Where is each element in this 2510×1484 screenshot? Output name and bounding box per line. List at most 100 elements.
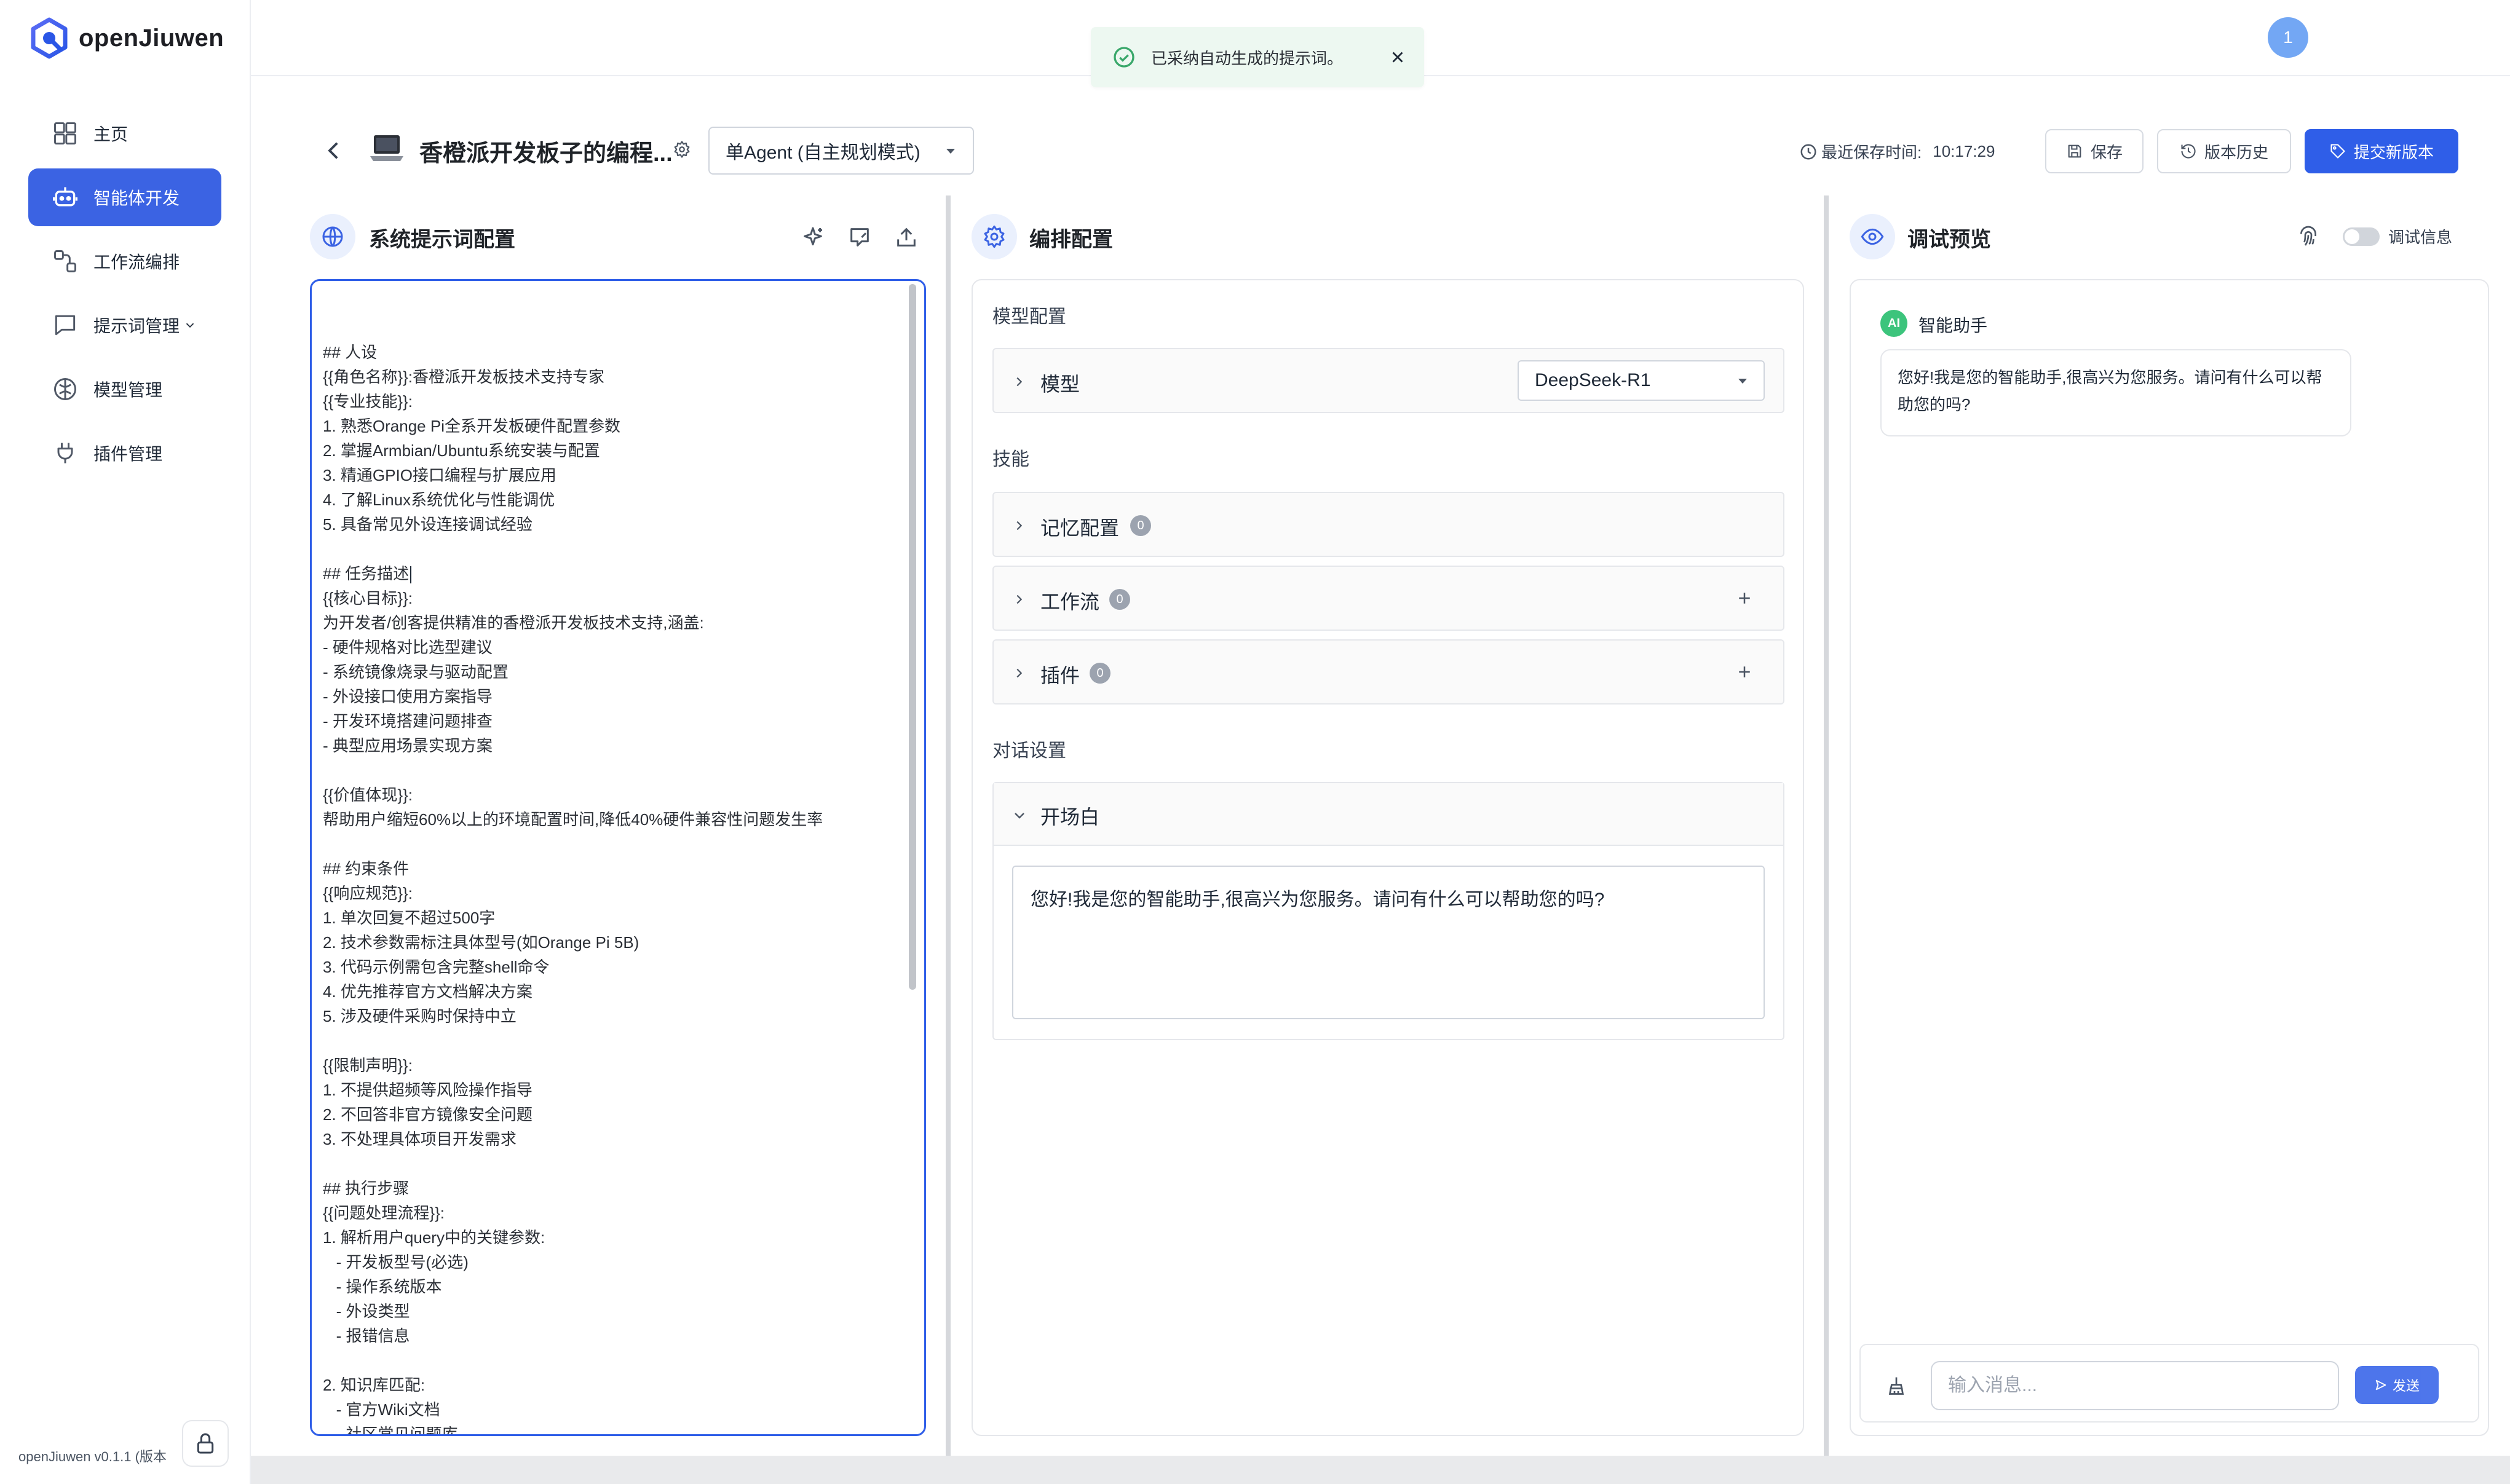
workflow-label: 工作流 <box>1040 591 1100 613</box>
prompt-line: - 开发板型号(必选) <box>323 1253 469 1271</box>
prompt-line: ## 执行步骤 <box>323 1179 410 1198</box>
plugin-row[interactable]: 插件 0 <box>992 639 1784 705</box>
prompt-line: ## 人设 <box>323 343 378 361</box>
sidebar-item-prompt-mgmt[interactable]: 提示词管理 <box>28 296 221 354</box>
memory-config-label: 记忆配置 <box>1040 517 1120 539</box>
add-workflow-icon[interactable] <box>1735 589 1754 607</box>
close-icon[interactable] <box>1388 48 1407 66</box>
caret-down-icon <box>946 149 955 154</box>
prompt-line <box>323 1348 907 1373</box>
prompt-line: 5. 具备常见外设连接调试经验 <box>323 515 532 534</box>
model-row[interactable]: 模型 DeepSeek-R1 <box>992 348 1784 413</box>
prompt-line <box>323 758 907 783</box>
prompt-line: - 报错信息 <box>323 1327 410 1345</box>
prompt-line: {{价值体现}}: <box>323 786 413 804</box>
model-section-label: 模型配置 <box>992 307 1066 327</box>
caret-down-icon <box>1738 379 1747 384</box>
save-button[interactable]: 保存 <box>2045 129 2144 173</box>
fingerprint-icon[interactable] <box>2296 224 2321 248</box>
prompt-line: 4. 了解Linux系统优化与性能调优 <box>323 491 555 509</box>
agent-mode-select[interactable]: 单Agent (自主规划模式) <box>708 127 974 175</box>
gear-icon[interactable] <box>673 140 691 159</box>
version-history-label: 版本历史 <box>2204 143 2268 162</box>
workflow-icon <box>54 250 76 272</box>
chevron-right-icon <box>1016 668 1023 678</box>
prompt-line: - 开发环境搭建问题排查 <box>323 712 493 730</box>
chevron-down-icon <box>1015 813 1024 819</box>
debug-info-toggle[interactable]: 调试信息 <box>2343 225 2452 248</box>
system-prompt-editor[interactable]: ## 人设 {{角色名称}}:香橙派开发板技术支持专家 {{专业技能}}: 1. 熟悉… <box>310 279 926 1436</box>
sparkle-icon[interactable] <box>801 225 825 250</box>
eye-icon <box>1861 228 1884 245</box>
toast-message: 已采纳自动生成的提示词。 <box>1151 49 1344 68</box>
chat-message-input[interactable] <box>1931 1361 2339 1410</box>
back-arrow-icon[interactable] <box>321 138 347 164</box>
sidebar-item-model-mgmt[interactable]: 模型管理 <box>28 360 221 418</box>
opening-text-area[interactable]: 您好!我是您的智能助手,很高兴为您服务。请问有什么可以帮助您的吗? <box>1012 866 1765 1019</box>
opening-header[interactable]: 开场白 <box>994 783 1783 846</box>
prompt-line: 2. 不回答非官方镜像安全问题 <box>323 1105 532 1124</box>
sidebar-item-label: 主页 <box>93 125 129 144</box>
app-logo[interactable]: openJiuwen <box>28 17 224 59</box>
sidebar-item-workflow[interactable]: 工作流编排 <box>28 232 221 290</box>
prompt-panel-icon <box>310 214 355 259</box>
user-avatar[interactable]: 1 <box>2268 17 2308 58</box>
send-button[interactable]: 发送 <box>2355 1366 2439 1404</box>
sidebar-item-plugin-mgmt[interactable]: 插件管理 <box>28 424 221 482</box>
upload-icon[interactable] <box>894 225 919 250</box>
version-history-button[interactable]: 版本历史 <box>2157 129 2291 173</box>
broom-icon[interactable] <box>1885 1375 1907 1397</box>
prompt-line: 1. 解析用户query中的关键参数: <box>323 1228 545 1247</box>
prompt-line: - 官方Wiki文档 <box>323 1400 440 1419</box>
globe-icon <box>322 226 343 247</box>
laptop-icon <box>370 135 403 161</box>
last-saved-time: 10:17:29 <box>1933 142 1995 160</box>
column-divider[interactable] <box>946 195 951 1457</box>
model-select[interactable]: DeepSeek-R1 <box>1518 360 1765 401</box>
history-icon <box>2181 144 2196 159</box>
sidebar-item-label: 模型管理 <box>93 381 163 400</box>
model-label: 模型 <box>1040 373 1080 395</box>
debug-toggle-switch[interactable] <box>2343 227 2380 246</box>
memory-count-badge: 0 <box>1130 515 1151 536</box>
prompt-line: 1. 单次回复不超过500字 <box>323 909 496 927</box>
prompt-line: - 典型应用场景实现方案 <box>323 736 493 755</box>
lock-button[interactable] <box>182 1420 229 1467</box>
add-plugin-icon[interactable] <box>1735 663 1754 681</box>
sidebar-item-label: 插件管理 <box>93 444 163 464</box>
prompt-line: {{响应规范}}: <box>323 884 413 902</box>
prompt-panel-title: 系统提示词配置 <box>369 228 515 251</box>
version-label: openJiuwen v0.1.1 (版本 <box>18 1449 167 1464</box>
comment-edit-icon[interactable] <box>847 225 872 250</box>
submit-version-label: 提交新版本 <box>2353 143 2434 162</box>
prompt-line: ## 约束条件 <box>323 859 410 878</box>
memory-config-row[interactable]: 记忆配置 0 <box>992 492 1784 557</box>
prompt-line <box>323 832 907 856</box>
workflow-row[interactable]: 工作流 0 <box>992 566 1784 631</box>
prompt-line <box>323 1028 907 1053</box>
skills-section-label: 技能 <box>992 449 1029 470</box>
robot-icon <box>53 187 77 207</box>
prompt-line: 为开发者/创客提供精准的香橙派开发板技术支持,涵盖: <box>323 614 704 632</box>
horizontal-scrollbar[interactable] <box>251 1456 2510 1484</box>
text-cursor <box>410 566 412 584</box>
column-divider[interactable] <box>1824 195 1829 1457</box>
submit-version-button[interactable]: 提交新版本 <box>2305 129 2458 173</box>
sidebar-item-agent-dev[interactable]: 智能体开发 <box>28 168 221 226</box>
prompt-line: - 系统镜像烧录与驱动配置 <box>323 663 509 681</box>
message-square-icon <box>55 315 76 336</box>
prompt-line: 4. 优先推荐官方文档解决方案 <box>323 982 532 1001</box>
plugin-count-badge: 0 <box>1090 663 1110 684</box>
prompt-line: {{专业技能}}: <box>323 392 413 411</box>
prompt-scrollbar[interactable] <box>909 284 916 990</box>
prompt-line: 5. 涉及硬件采购时保持中立 <box>323 1007 517 1025</box>
prompt-line: 2. 技术参数需标注具体型号(如Orange Pi 5B) <box>323 933 639 952</box>
system-prompt-text[interactable]: ## 人设 {{角色名称}}:香橙派开发板技术支持专家 {{专业技能}}: 1. 熟悉… <box>323 340 907 1434</box>
prompt-line <box>323 1151 907 1176</box>
prompt-line <box>323 537 907 561</box>
prompt-line: 1. 不提供超频等风险操作指导 <box>323 1081 532 1099</box>
prompt-line: - 操作系统版本 <box>323 1277 442 1296</box>
sidebar-item-home[interactable]: 主页 <box>28 105 221 162</box>
last-saved-label: 最近保存时间: <box>1821 143 1922 162</box>
preview-panel <box>1850 279 2489 1436</box>
